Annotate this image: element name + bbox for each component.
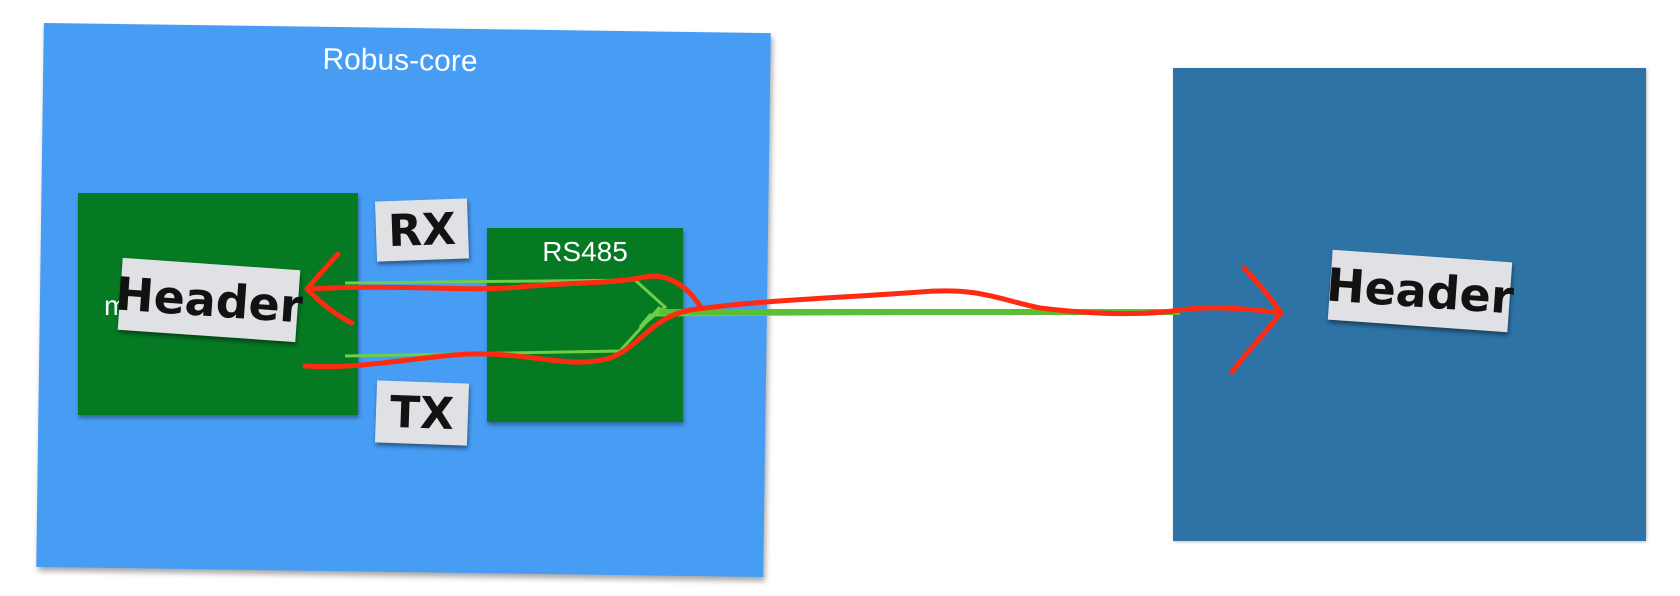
header-tag-left: Header (114, 257, 304, 343)
header-tag-right: Header (1325, 249, 1515, 333)
rx-tag: RX (374, 198, 470, 262)
tx-tag: TX (374, 380, 470, 446)
rs485-label: RS485 (542, 236, 628, 267)
robus-core-label: Robus-core (322, 42, 478, 79)
